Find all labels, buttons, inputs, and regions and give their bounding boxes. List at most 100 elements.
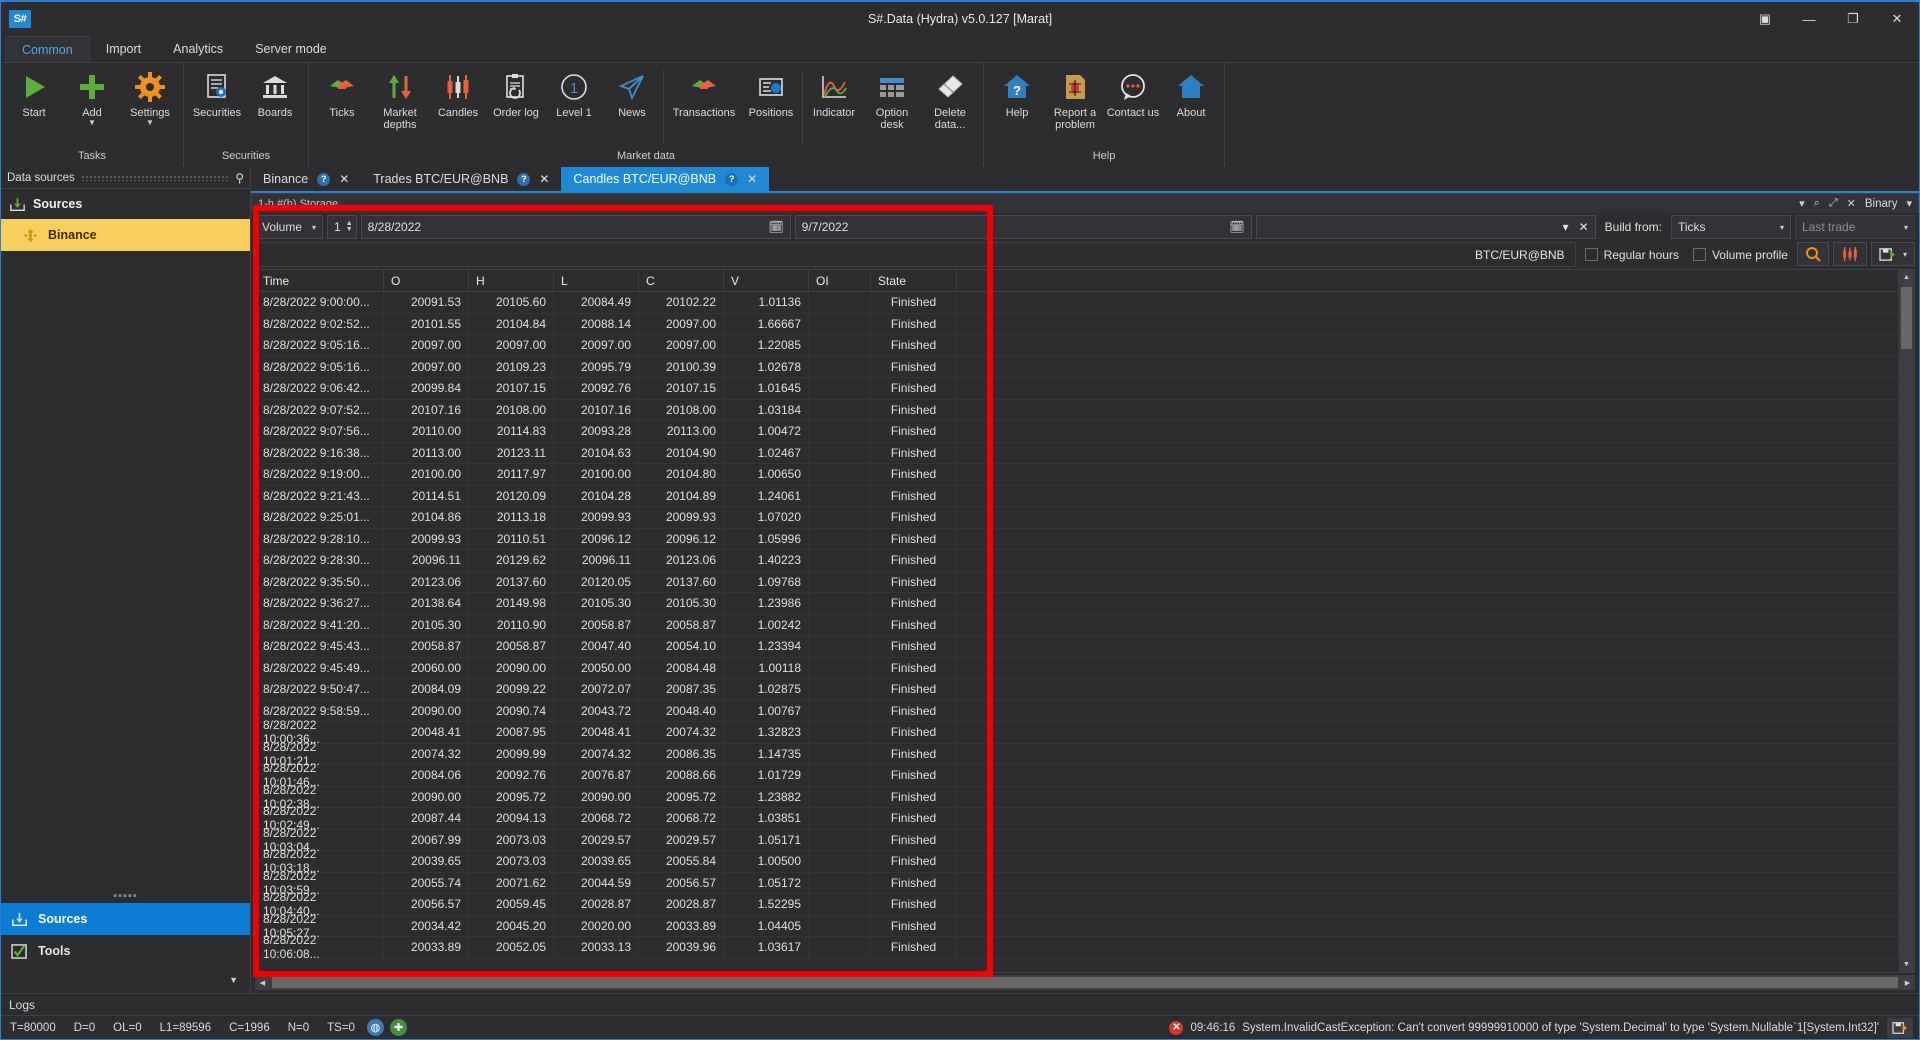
table-row[interactable]: 8/28/2022 9:28:30...20096.1120129.622009…	[256, 550, 1899, 572]
chevron-down-icon[interactable]: ▼	[229, 975, 238, 985]
sidebar-tab-tools[interactable]: Tools	[1, 935, 250, 967]
table-row[interactable]: 8/28/2022 9:19:00...20100.0020117.972010…	[256, 464, 1899, 486]
document-tab-candles[interactable]: Candles BTC/EUR@BNB ? ✕	[561, 167, 769, 191]
grid-body[interactable]: 8/28/2022 9:00:00...20091.5320105.602008…	[256, 292, 1899, 972]
help-icon[interactable]: ?	[317, 173, 330, 186]
ribbon-button-positions[interactable]: Positions	[742, 66, 800, 119]
sidebar-tab-sources[interactable]: Sources	[1, 903, 250, 935]
panel-splitter-grip[interactable]: ▪▪▪▪▪	[1, 889, 250, 903]
grid-header-c[interactable]: C	[639, 270, 724, 291]
volume-profile-checkbox[interactable]: Volume profile	[1688, 242, 1793, 267]
grid-header-l[interactable]: L	[554, 270, 639, 291]
chevron-down-icon[interactable]: ▾	[1903, 250, 1907, 259]
grid-header-o[interactable]: O	[384, 270, 469, 291]
table-row[interactable]: 8/28/2022 10:04:40...20056.5720059.45200…	[256, 894, 1899, 916]
ribbon-button-order-log[interactable]: Order log	[487, 66, 545, 119]
table-row[interactable]: 8/28/2022 9:41:20...20105.3020110.902005…	[256, 615, 1899, 637]
table-row[interactable]: 8/28/2022 10:06:08...20033.8920052.05200…	[256, 937, 1899, 959]
ribbon-tab-import[interactable]: Import	[90, 36, 157, 62]
show-candles-button[interactable]	[1833, 242, 1867, 266]
table-row[interactable]: 8/28/2022 9:36:27...20138.6420149.982010…	[256, 593, 1899, 615]
pin-icon[interactable]: ⚲	[235, 171, 244, 185]
checkbox-box[interactable]	[1585, 248, 1598, 261]
leaf-icon[interactable]: ✚	[390, 1019, 407, 1036]
maximize-button[interactable]: ❐	[1831, 2, 1875, 36]
ribbon-button-help[interactable]: ? Help	[988, 66, 1046, 119]
table-row[interactable]: 8/28/2022 10:03:04...20067.9920073.03200…	[256, 830, 1899, 852]
scroll-left-icon[interactable]: ◀	[255, 979, 270, 987]
calendar-icon[interactable]: 🗓	[1229, 220, 1244, 234]
close-icon[interactable]: ✕	[339, 172, 349, 186]
chevron-down-icon[interactable]: ▾	[1563, 220, 1569, 234]
close-icon[interactable]: ✕	[1847, 197, 1856, 210]
scroll-thumb[interactable]	[1901, 287, 1912, 349]
table-row[interactable]: 8/28/2022 9:45:49...20060.0020090.002005…	[256, 658, 1899, 680]
ribbon-button-contact-us[interactable]: Contact us	[1104, 66, 1162, 119]
date-from-field[interactable]: 8/28/2022 🗓	[361, 215, 791, 239]
chevron-down-icon[interactable]: ▾	[1799, 197, 1805, 210]
table-row[interactable]: 8/28/2022 9:21:43...20114.5120120.092010…	[256, 486, 1899, 508]
restore-small-button[interactable]: ▣	[1743, 2, 1787, 36]
globe-icon[interactable]: ◍	[367, 1019, 384, 1036]
candle-type-combo[interactable]: Volume ▾	[255, 215, 323, 239]
table-row[interactable]: 8/28/2022 10:00:36...20048.4120087.95200…	[256, 722, 1899, 744]
date-to-field[interactable]: 9/7/2022 🗓	[795, 215, 1252, 239]
table-row[interactable]: 8/28/2022 10:02:49...20087.4420094.13200…	[256, 808, 1899, 830]
table-row[interactable]: 8/28/2022 10:03:59...20055.7420071.62200…	[256, 873, 1899, 895]
table-row[interactable]: 8/28/2022 9:45:43...20058.8720058.872004…	[256, 636, 1899, 658]
help-icon[interactable]: ?	[517, 173, 530, 186]
ribbon-button-candles[interactable]: Candles	[429, 66, 487, 119]
ribbon-button-delete-data[interactable]: Delete data...	[921, 66, 979, 131]
ribbon-button-level-1[interactable]: 1 Level 1	[545, 66, 603, 119]
table-row[interactable]: 8/28/2022 9:05:16...20097.0020109.232009…	[256, 357, 1899, 379]
grid-header-h[interactable]: H	[469, 270, 554, 291]
ribbon-button-start[interactable]: Start	[5, 66, 63, 119]
table-row[interactable]: 8/28/2022 9:00:00...20091.5320105.602008…	[256, 292, 1899, 314]
table-row[interactable]: 8/28/2022 9:16:38...20113.0020123.112010…	[256, 443, 1899, 465]
regular-hours-checkbox[interactable]: Regular hours	[1580, 242, 1684, 267]
ribbon-button-indicator[interactable]: Indicator	[805, 66, 863, 119]
search-icon[interactable]: ⌕	[1814, 197, 1820, 210]
calendar-icon[interactable]: 🗓	[768, 220, 783, 234]
ribbon-button-ticks[interactable]: Ticks	[313, 66, 371, 119]
ribbon-button-securities[interactable]: Securities	[188, 66, 246, 119]
table-row[interactable]: 8/28/2022 9:05:16...20097.0020097.002009…	[256, 335, 1899, 357]
export-button[interactable]: ▾	[1871, 242, 1915, 266]
chevron-down-icon[interactable]: ▼	[88, 119, 96, 127]
save-button[interactable]	[1887, 1018, 1913, 1038]
grid-header-oi[interactable]: OI	[809, 270, 871, 291]
symbol-field[interactable]: BTC/EUR@BNB	[255, 242, 1576, 267]
table-row[interactable]: 8/28/2022 10:02:38...20090.0020095.72200…	[256, 787, 1899, 809]
search-button[interactable]	[1797, 242, 1829, 266]
status-error[interactable]: ✕ 09:46:16 System.InvalidCastException: …	[1169, 1021, 1887, 1035]
table-row[interactable]: 8/28/2022 10:03:18...20039.6520073.03200…	[256, 851, 1899, 873]
help-icon[interactable]: ?	[725, 173, 738, 186]
table-row[interactable]: 8/28/2022 9:07:56...20110.0020114.832009…	[256, 421, 1899, 443]
document-tab-trades[interactable]: Trades BTC/EUR@BNB ? ✕	[361, 167, 561, 191]
scroll-down-icon[interactable]: ▼	[1899, 957, 1914, 972]
last-trade-combo[interactable]: Last trade ▾	[1795, 215, 1915, 239]
clear-icon[interactable]: ✕	[1579, 220, 1589, 234]
chevron-down-icon[interactable]: ▾	[1906, 197, 1912, 210]
table-row[interactable]: 8/28/2022 9:50:47...20084.0920099.222007…	[256, 679, 1899, 701]
table-row[interactable]: 8/28/2022 9:07:52...20107.1620108.002010…	[256, 400, 1899, 422]
maximize-icon[interactable]: ⤢	[1829, 197, 1838, 210]
chevron-down-icon[interactable]: ▼	[146, 119, 154, 127]
grid-header-time[interactable]: Time	[256, 270, 384, 291]
document-tab-binance[interactable]: Binance ? ✕	[251, 167, 361, 191]
scroll-thumb[interactable]	[272, 977, 1898, 988]
candle-arg-stepper[interactable]: 1 ▲▼	[327, 215, 357, 239]
grid-header-v[interactable]: V	[724, 270, 809, 291]
table-row[interactable]: 8/28/2022 9:25:01...20104.8620113.182009…	[256, 507, 1899, 529]
ribbon-button-market-depths[interactable]: Market depths	[371, 66, 429, 131]
ribbon-button-settings[interactable]: Settings ▼	[121, 66, 179, 127]
minimize-button[interactable]: —	[1787, 2, 1831, 36]
table-row[interactable]: 8/28/2022 9:35:50...20123.0620137.602012…	[256, 572, 1899, 594]
sidebar-item-binance[interactable]: Binance	[1, 219, 250, 251]
grid-vertical-scrollbar[interactable]: ▲ ▼	[1899, 270, 1914, 972]
build-from-combo[interactable]: Ticks ▾	[1671, 215, 1791, 239]
ribbon-tab-server-mode[interactable]: Server mode	[239, 36, 343, 62]
ribbon-button-news[interactable]: News	[603, 66, 661, 119]
close-icon[interactable]: ✕	[539, 172, 549, 186]
ribbon-button-report-problem[interactable]: Report a problem	[1046, 66, 1104, 131]
